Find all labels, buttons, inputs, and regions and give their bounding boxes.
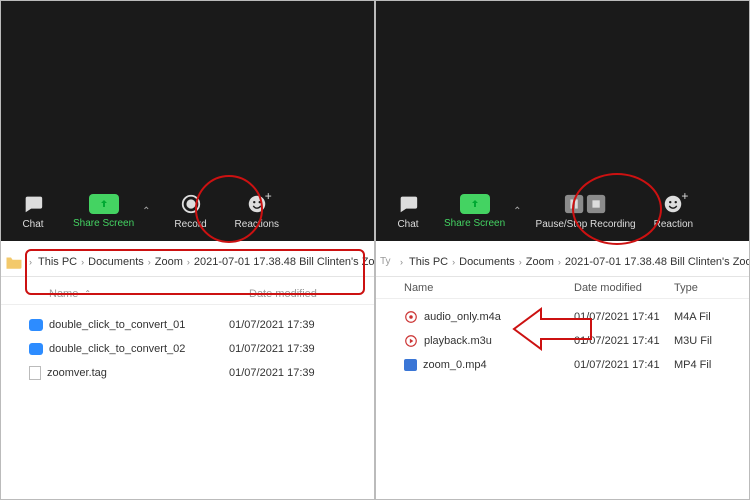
file-name: audio_only.m4a [424, 311, 501, 323]
file-modified: 01/07/2021 17:39 [229, 343, 329, 355]
crumb-documents[interactable]: Documents [88, 256, 144, 268]
playlist-file-icon [404, 334, 418, 348]
zoom-toolbar: Chat Share Screen ⌃ [376, 181, 749, 241]
column-headers[interactable]: Name Date modified Type [376, 277, 749, 299]
pane-before: Chat Share Screen ⌃ Record [0, 0, 375, 500]
record-label: Record [174, 219, 206, 230]
chat-label: Chat [22, 219, 43, 230]
file-type: MP4 Fil [674, 359, 734, 371]
crumb-meeting[interactable]: 2021-07-01 17.38.48 Bill Clinten's Zoom … [194, 256, 374, 268]
file-name: zoomver.tag [47, 367, 107, 379]
tag-file-icon [29, 366, 41, 380]
col-header-name: Name ⌃ [49, 288, 249, 300]
chat-button[interactable]: Chat [384, 189, 432, 234]
pause-stop-label: Pause/Stop Recording [536, 219, 636, 230]
list-item[interactable]: playback.m3u 01/07/2021 17:41 M3U Fil [376, 329, 749, 353]
list-item[interactable]: zoomver.tag 01/07/2021 17:39 [1, 361, 374, 385]
crumb-meeting[interactable]: 2021-07-01 17.38.48 Bill Clinten's Zoom … [565, 256, 749, 268]
file-name: zoom_0.mp4 [423, 359, 487, 371]
file-name: playback.m3u [424, 335, 492, 347]
chat-icon [22, 193, 44, 215]
col-header-type[interactable]: Type [674, 282, 734, 294]
crumb-zoom[interactable]: Zoom [155, 256, 183, 268]
chevron-icon: › [27, 257, 34, 267]
zoom-toolbar: Chat Share Screen ⌃ Record [1, 181, 374, 241]
file-modified: 01/07/2021 17:39 [229, 319, 329, 331]
share-options-caret[interactable]: ⌃ [140, 206, 152, 217]
column-headers[interactable]: Name ⌃ Date modified [1, 283, 374, 305]
share-label: Share Screen [73, 218, 134, 229]
zoom-file-icon [29, 343, 43, 355]
pane-after: Chat Share Screen ⌃ [375, 0, 750, 500]
record-button[interactable]: Record [167, 189, 215, 234]
chat-button[interactable]: Chat [9, 189, 57, 234]
share-screen-icon [89, 194, 119, 214]
reactions-icon: + [246, 193, 268, 215]
meeting-video-area [376, 1, 749, 181]
file-type: M3U Fil [674, 335, 734, 347]
reactions-button[interactable]: + Reaction [648, 189, 699, 234]
folder-icon [5, 255, 23, 269]
reactions-button[interactable]: + Reactions [229, 189, 285, 234]
reactions-label: Reactions [235, 219, 279, 230]
video-file-icon [404, 359, 417, 371]
reactions-icon: + [662, 193, 684, 215]
list-item[interactable]: audio_only.m4a 01/07/2021 17:41 M4A Fil [376, 305, 749, 329]
col-header-modified[interactable]: Date modified [249, 288, 359, 300]
file-type: M4A Fil [674, 311, 734, 323]
share-screen-button[interactable]: Share Screen [67, 190, 140, 233]
file-modified: 01/07/2021 17:41 [574, 311, 674, 323]
list-item[interactable]: double_click_to_convert_01 01/07/2021 17… [1, 313, 374, 337]
chevron-icon: › [398, 257, 405, 267]
sort-caret-icon: ⌃ [84, 289, 91, 298]
audio-file-icon [404, 310, 418, 324]
meeting-video-area [1, 1, 374, 181]
share-options-caret[interactable]: ⌃ [511, 206, 523, 217]
file-modified: 01/07/2021 17:41 [574, 359, 674, 371]
share-screen-icon [460, 194, 490, 214]
crumb-documents[interactable]: Documents [459, 256, 515, 268]
col-header-modified[interactable]: Date modified [574, 282, 674, 294]
reactions-label: Reaction [654, 219, 693, 230]
file-modified: 01/07/2021 17:39 [229, 367, 329, 379]
file-name: double_click_to_convert_01 [49, 319, 185, 331]
file-name: double_click_to_convert_02 [49, 343, 185, 355]
share-screen-button[interactable]: Share Screen [438, 190, 511, 233]
breadcrumb-bar[interactable]: Ty › This PC› Documents› Zoom› 2021-07-0… [376, 247, 749, 277]
crumb-zoom[interactable]: Zoom [526, 256, 554, 268]
crumb-this-pc[interactable]: This PC [409, 256, 448, 268]
pause-stop-icon [563, 193, 609, 215]
file-modified: 01/07/2021 17:41 [574, 335, 674, 347]
col-header-name: Name [404, 282, 574, 294]
chat-label: Chat [397, 219, 418, 230]
zoom-file-icon [29, 319, 43, 331]
breadcrumb-bar[interactable]: › This PC› Documents› Zoom› 2021-07-01 1… [1, 247, 374, 277]
file-list: audio_only.m4a 01/07/2021 17:41 M4A Fil … [376, 299, 749, 499]
truncated-prefix: Ty [380, 256, 394, 267]
file-list: double_click_to_convert_01 01/07/2021 17… [1, 305, 374, 499]
record-icon [180, 193, 202, 215]
share-label: Share Screen [444, 218, 505, 229]
list-item[interactable]: zoom_0.mp4 01/07/2021 17:41 MP4 Fil [376, 353, 749, 377]
pause-stop-recording[interactable]: Pause/Stop Recording [530, 189, 642, 234]
list-item[interactable]: double_click_to_convert_02 01/07/2021 17… [1, 337, 374, 361]
chat-icon [397, 193, 419, 215]
crumb-this-pc[interactable]: This PC [38, 256, 77, 268]
